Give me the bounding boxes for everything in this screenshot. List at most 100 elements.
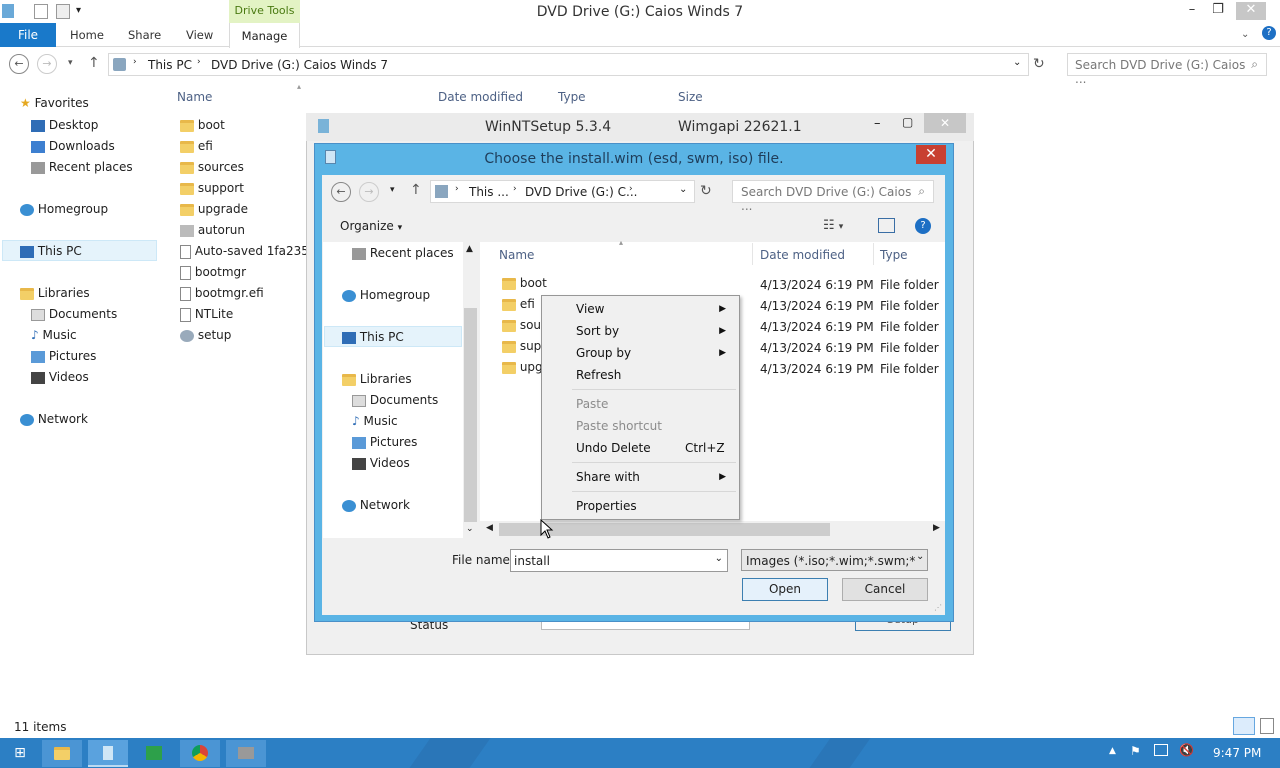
refresh-icon[interactable]: ↻	[1033, 56, 1045, 72]
list-item[interactable]: Auto-saved 1fa23507	[180, 244, 306, 265]
nt-close-icon[interactable]: ✕	[924, 113, 966, 133]
cancel-button[interactable]: Cancel	[842, 578, 928, 601]
dialog-nav-scroll-thumb[interactable]	[464, 308, 477, 522]
list-item[interactable]: bootmgr	[180, 265, 306, 286]
menu-item-sort-by[interactable]: Sort by ▶	[576, 324, 736, 338]
back-icon[interactable]: ←	[9, 54, 29, 74]
organize-button[interactable]: Organize ▾	[340, 219, 402, 233]
column-date-modified[interactable]: Date modified	[438, 90, 523, 104]
scroll-right-icon[interactable]: ▶	[933, 523, 940, 533]
tab-view[interactable]: View	[186, 28, 213, 42]
nav-music[interactable]: ♪ Music	[31, 328, 77, 342]
nav-recent-places[interactable]: Recent places	[31, 160, 133, 174]
dialog-address-bar[interactable]: › This ... › DVD Drive (G:) C... › ⌄	[430, 180, 695, 203]
details-view-icon[interactable]	[1233, 717, 1255, 735]
action-center-flag-icon[interactable]: ⚑	[1130, 744, 1141, 758]
nav-pictures[interactable]: Pictures	[31, 349, 96, 363]
taskbar-winntsetup-icon[interactable]	[88, 740, 128, 767]
menu-item-share-with[interactable]: Share with ▶	[576, 470, 736, 484]
breadcrumb-drive[interactable]: DVD Drive (G:) Caios Winds 7	[211, 58, 388, 72]
file-type-filter-select[interactable]: Images (*.iso;*.wim;*.swm;*.esd	[741, 549, 928, 571]
list-item[interactable]: efi	[180, 139, 306, 160]
taskbar-store-icon[interactable]	[134, 740, 174, 767]
taskbar-file-explorer-icon[interactable]	[42, 740, 82, 767]
quick-access-dropdown-icon[interactable]: ▾	[76, 5, 81, 16]
dialog-column-name[interactable]: Name	[499, 248, 534, 262]
list-item[interactable]: boot	[180, 118, 306, 139]
tab-home[interactable]: Home	[70, 28, 104, 42]
dialog-search-input[interactable]: Search DVD Drive (G:) Caios ... ⌕	[732, 180, 934, 213]
list-item[interactable]: setup	[180, 328, 306, 349]
filename-input[interactable]: install ⌄	[510, 549, 728, 572]
nav-desktop[interactable]: Desktop	[31, 118, 98, 132]
taskbar-clock[interactable]: 9:47 PM	[1213, 746, 1261, 760]
help-icon[interactable]: ?	[1262, 26, 1276, 40]
dialog-column-type[interactable]: Type	[880, 248, 908, 262]
tab-file[interactable]: File	[0, 23, 56, 47]
dialog-forward-icon[interactable]: →	[359, 182, 379, 202]
dialog-address-dropdown-icon[interactable]: ⌄	[679, 184, 687, 195]
scroll-left-icon[interactable]: ◀	[486, 523, 493, 533]
dialog-back-icon[interactable]: ←	[331, 182, 351, 202]
dialog-up-icon[interactable]: ↑	[410, 182, 422, 198]
taskbar-ntlite-icon[interactable]	[226, 740, 266, 767]
close-icon[interactable]: ✕	[1236, 2, 1266, 20]
nt-minimize-icon[interactable]: –	[874, 116, 881, 131]
column-type[interactable]: Type	[558, 90, 586, 104]
volume-muted-icon[interactable]: 🔇	[1179, 743, 1194, 757]
nav-downloads[interactable]: Downloads	[31, 139, 115, 153]
menu-item-view[interactable]: View ▶	[576, 302, 736, 316]
dialog-help-icon[interactable]: ?	[915, 218, 931, 234]
breadcrumb-this-pc[interactable]: This PC	[148, 58, 192, 72]
nav-this-pc[interactable]: This PC	[20, 244, 82, 258]
properties-quick-icon[interactable]	[34, 4, 48, 19]
search-input[interactable]: Search DVD Drive (G:) Caios ... ⌕	[1067, 53, 1267, 86]
menu-item-group-by[interactable]: Group by ▶	[576, 346, 736, 360]
scroll-up-icon[interactable]: ▲	[466, 244, 473, 254]
scroll-down-icon[interactable]: ⌄	[466, 524, 474, 534]
dialog-nav-videos[interactable]: Videos	[352, 456, 410, 470]
nt-maximize-icon[interactable]: ▢	[902, 115, 913, 129]
dialog-nav-recent-places[interactable]: Recent places	[352, 246, 454, 260]
open-button[interactable]: Open	[742, 578, 828, 601]
dialog-nav-homegroup[interactable]: Homegroup	[342, 288, 430, 302]
network-tray-icon[interactable]	[1154, 744, 1168, 756]
nav-favorites[interactable]: ★ Favorites	[20, 96, 89, 110]
dialog-breadcrumb-drive[interactable]: DVD Drive (G:) C...	[525, 185, 637, 199]
dialog-nav-music[interactable]: ♪ Music	[352, 414, 398, 428]
taskbar-chrome-icon[interactable]	[180, 740, 220, 767]
start-button-icon[interactable]: ⊞	[0, 740, 40, 767]
menu-item-properties[interactable]: Properties	[576, 499, 736, 513]
dialog-nav-documents[interactable]: Documents	[352, 393, 438, 407]
list-item[interactable]: sources	[180, 160, 306, 181]
menu-item-paste-shortcut[interactable]: Paste shortcut	[576, 419, 736, 433]
table-row[interactable]: boot 4/13/2024 6:19 PM File folder	[502, 276, 942, 297]
filter-dropdown-icon[interactable]: ⌄	[916, 551, 927, 569]
dialog-refresh-icon[interactable]: ↻	[700, 183, 712, 199]
list-item[interactable]: autorun	[180, 223, 306, 244]
list-item[interactable]: NTLite	[180, 307, 306, 328]
tab-manage[interactable]: Manage	[229, 23, 300, 48]
ribbon-expand-icon[interactable]: ⌄	[1241, 29, 1249, 40]
dialog-nav-this-pc[interactable]: This PC	[342, 330, 404, 344]
minimize-icon[interactable]: –	[1178, 2, 1206, 20]
resize-grip-icon[interactable]: ⋰	[934, 603, 942, 612]
recent-locations-icon[interactable]: ▾	[68, 58, 73, 68]
menu-item-refresh[interactable]: Refresh	[576, 368, 736, 382]
list-item[interactable]: upgrade	[180, 202, 306, 223]
dialog-nav-libraries[interactable]: Libraries	[342, 372, 412, 386]
menu-item-paste[interactable]: Paste	[576, 397, 736, 411]
dialog-close-icon[interactable]: ✕	[916, 145, 946, 164]
forward-icon[interactable]: →	[37, 54, 57, 74]
change-view-icon[interactable]: ☷ ▾	[823, 218, 843, 233]
menu-item-undo-delete[interactable]: Undo Delete Ctrl+Z	[576, 441, 736, 455]
dialog-nav-pictures[interactable]: Pictures	[352, 435, 417, 449]
nav-documents[interactable]: Documents	[31, 307, 117, 321]
dialog-breadcrumb-this-pc[interactable]: This ...	[469, 185, 509, 199]
nav-videos[interactable]: Videos	[31, 370, 89, 384]
column-size[interactable]: Size	[678, 90, 703, 104]
dialog-nav-network[interactable]: Network	[342, 498, 410, 512]
list-item[interactable]: bootmgr.efi	[180, 286, 306, 307]
column-name[interactable]: Name	[177, 90, 212, 104]
tab-share[interactable]: Share	[128, 28, 161, 42]
